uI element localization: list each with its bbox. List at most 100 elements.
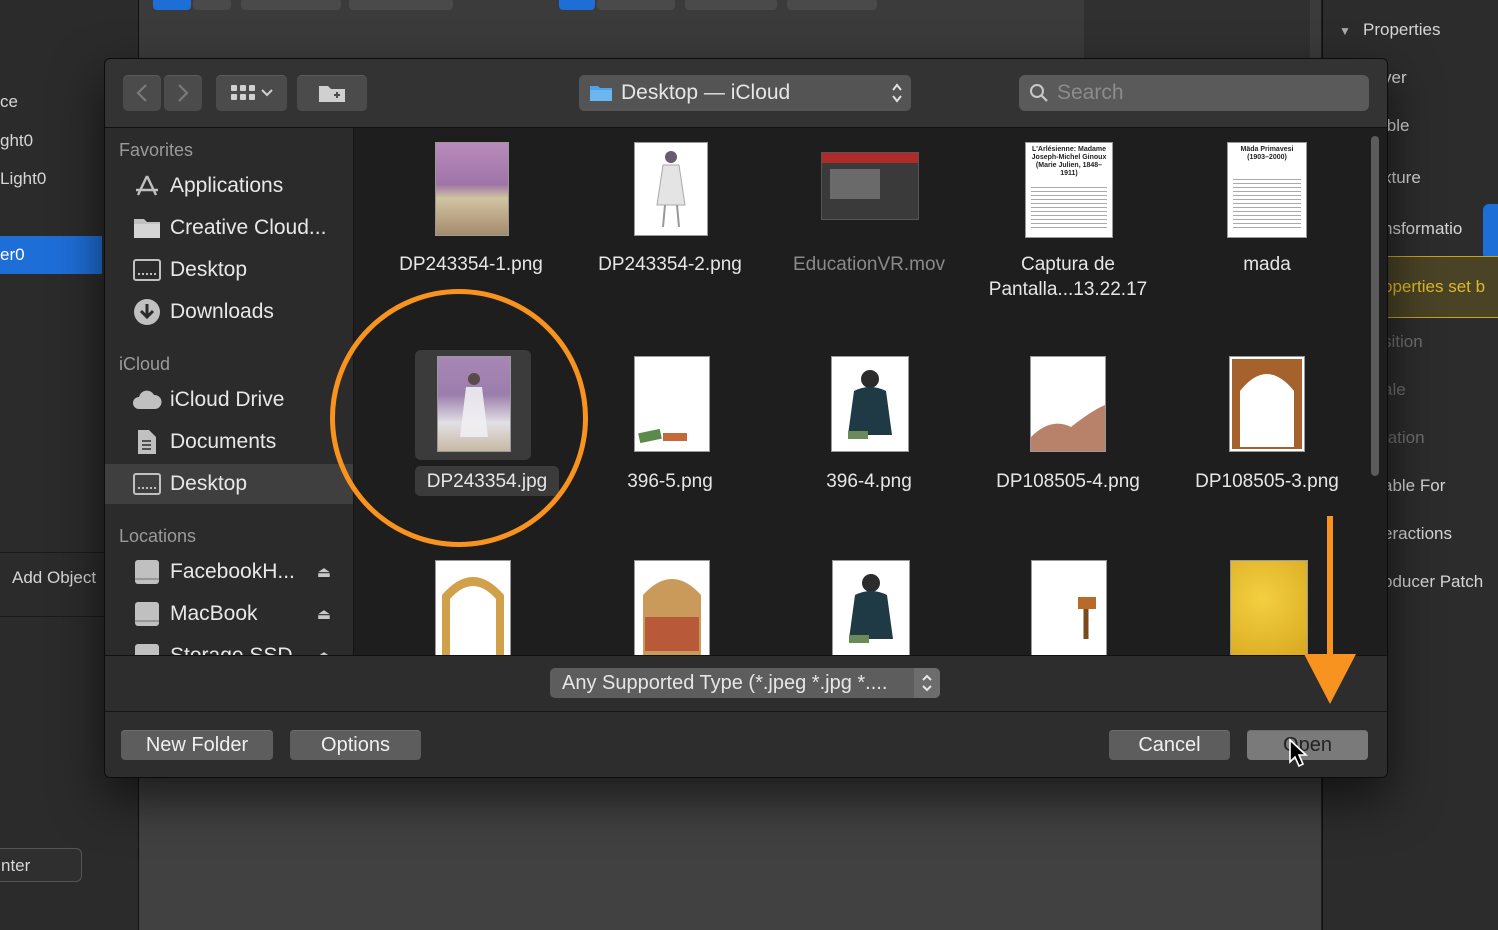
- file-thumbnail: [1030, 356, 1106, 452]
- location-popup[interactable]: Desktop — iCloud: [579, 75, 911, 111]
- file-item[interactable]: Mäda Primavesi (1903–2000) mada: [1167, 142, 1367, 312]
- seated-woman-illustration: [848, 370, 892, 439]
- toolbar-button[interactable]: [787, 0, 877, 10]
- desktop-icon: [132, 473, 162, 495]
- simulator-header: [1084, 0, 1310, 58]
- file-item[interactable]: L'Arlésienne: Madame Joseph-Michel Ginou…: [968, 142, 1168, 312]
- sidebar-item-documents[interactable]: Documents: [105, 422, 353, 462]
- scrollbar-thumb[interactable]: [1371, 136, 1379, 476]
- sidebar-item-creative-cloud[interactable]: Creative Cloud...: [105, 208, 353, 248]
- thumbnail-title: Mäda Primavesi (1903–2000): [1240, 146, 1294, 161]
- file-thumbnail[interactable]: [435, 560, 511, 655]
- property-label: sition: [1383, 332, 1423, 351]
- file-name: DP108505-4.png: [996, 471, 1140, 492]
- toolbar-button[interactable]: [685, 0, 777, 10]
- folder-icon: [132, 217, 162, 239]
- property-label: eractions: [1383, 524, 1452, 543]
- layer-selected-row[interactable]: er0: [0, 236, 102, 274]
- add-object-button[interactable]: Add Object: [12, 568, 96, 588]
- toolbar-button[interactable]: [349, 0, 453, 10]
- icon-grid-icon: [230, 85, 255, 100]
- sidebar-item-label: Applications: [170, 174, 284, 197]
- sidebar-item-label: Documents: [170, 430, 277, 453]
- file-item[interactable]: DP243354-2.png: [570, 142, 770, 312]
- file-thumbnail: L'Arlésienne: Madame Joseph-Michel Ginou…: [1025, 142, 1113, 238]
- sidebar-item-macbook[interactable]: MacBook ⏏: [105, 594, 353, 634]
- file-thumbnail[interactable]: [634, 560, 710, 655]
- file-name: DP108505-3.png: [1195, 471, 1339, 492]
- toolbar-tools[interactable]: [597, 0, 675, 10]
- seated-woman-illustration: [849, 574, 893, 643]
- file-thumbnail[interactable]: [1031, 560, 1107, 655]
- new-folder-toolbar-button[interactable]: [297, 75, 367, 111]
- dialog-toolbar: Desktop — iCloud Search: [105, 59, 1387, 128]
- sidebar-item-label: Downloads: [170, 300, 274, 323]
- file-item[interactable]: EducationVR.mov: [769, 142, 969, 312]
- sidebar-item-icloud-drive[interactable]: iCloud Drive: [105, 380, 353, 420]
- file-thumbnail: [634, 142, 708, 236]
- search-field[interactable]: Search: [1019, 75, 1369, 111]
- disclosure-triangle-icon[interactable]: ▼: [1339, 24, 1351, 38]
- eject-icon[interactable]: ⏏: [317, 605, 331, 623]
- property-toggle[interactable]: [1483, 204, 1498, 260]
- sidebar-item-label: iCloud Drive: [170, 388, 285, 411]
- property-label: oducer Patch: [1383, 572, 1484, 591]
- file-type-label: Any Supported Type (*.jpeg *.jpg *....: [562, 671, 888, 694]
- file-item[interactable]: DP108505-3.png: [1167, 342, 1367, 512]
- toolbar-button[interactable]: [241, 0, 341, 10]
- landscape-illustration: [1031, 405, 1105, 451]
- books-illustration: [638, 428, 687, 444]
- file-thumbnail: [634, 356, 710, 452]
- applications-icon: [132, 174, 162, 198]
- sidebar-item-label: Desktop: [170, 258, 248, 281]
- sidebar-item-storage-ssd[interactable]: Storage SSD ⏏: [105, 636, 353, 655]
- sidebar-item-facebookh[interactable]: FacebookH... ⏏: [105, 552, 353, 592]
- file-name: mada: [1243, 254, 1291, 275]
- view-mode-button[interactable]: [216, 75, 287, 111]
- arch-illustration: [1232, 359, 1302, 449]
- file-item[interactable]: DP243354-1.png: [371, 142, 571, 312]
- icloud-heading: iCloud: [119, 354, 171, 374]
- file-item[interactable]: 396-5.png: [570, 342, 770, 512]
- thumbnail-text-lines: [1031, 187, 1107, 231]
- file-item[interactable]: DP108505-4.png: [968, 342, 1168, 512]
- layer-label-1[interactable]: ce: [0, 92, 18, 112]
- chair-illustration: [1078, 597, 1096, 639]
- search-placeholder: Search: [1057, 81, 1124, 104]
- file-item[interactable]: 396-4.png: [769, 342, 969, 512]
- search-icon: [1030, 84, 1048, 102]
- toolbar-tool-active[interactable]: [559, 0, 595, 10]
- thumbnail-title: L'Arlésienne: Madame Joseph-Michel Ginou…: [1031, 146, 1107, 177]
- sidebar-item-icloud-desktop[interactable]: Desktop: [105, 464, 353, 504]
- documents-icon: [132, 429, 162, 455]
- toolbar-toggle-active[interactable]: [153, 0, 191, 10]
- property-label: able For: [1383, 476, 1446, 495]
- sidebar-item-label: Desktop: [170, 472, 248, 495]
- disk-icon: [132, 559, 162, 585]
- forward-button[interactable]: [164, 75, 202, 111]
- file-thumbnail[interactable]: [1230, 560, 1308, 655]
- file-type-popup[interactable]: Any Supported Type (*.jpeg *.jpg *....: [550, 668, 940, 698]
- toolbar-toggle[interactable]: [193, 0, 231, 10]
- mouse-cursor-icon: [1289, 738, 1308, 768]
- locations-heading: Locations: [119, 526, 197, 546]
- layer-label-3[interactable]: Light0: [0, 169, 46, 189]
- options-button[interactable]: Options: [290, 730, 421, 760]
- layer-label-2[interactable]: ght0: [0, 131, 33, 151]
- new-folder-button[interactable]: New Folder: [121, 730, 273, 760]
- dialog-sidebar: Favorites Applications Creative Cloud...…: [105, 128, 354, 655]
- file-thumbnail[interactable]: [832, 560, 910, 655]
- cancel-button[interactable]: Cancel: [1109, 730, 1230, 760]
- back-button[interactable]: [123, 75, 161, 111]
- sidebar-item-applications[interactable]: Applications: [105, 166, 353, 206]
- desktop-icon: [132, 259, 162, 281]
- left-bottom-field[interactable]: nter: [0, 848, 82, 882]
- figure-illustration: [656, 151, 686, 228]
- eject-icon[interactable]: ⏏: [317, 647, 331, 655]
- sidebar-item-label: FacebookH...: [170, 560, 295, 583]
- sidebar-item-downloads[interactable]: Downloads: [105, 292, 353, 332]
- left-bottom-field-label: nter: [1, 856, 31, 875]
- eject-icon[interactable]: ⏏: [317, 563, 331, 581]
- file-name: Captura de Pantalla...13.22.17: [988, 254, 1148, 300]
- sidebar-item-desktop[interactable]: Desktop: [105, 250, 353, 290]
